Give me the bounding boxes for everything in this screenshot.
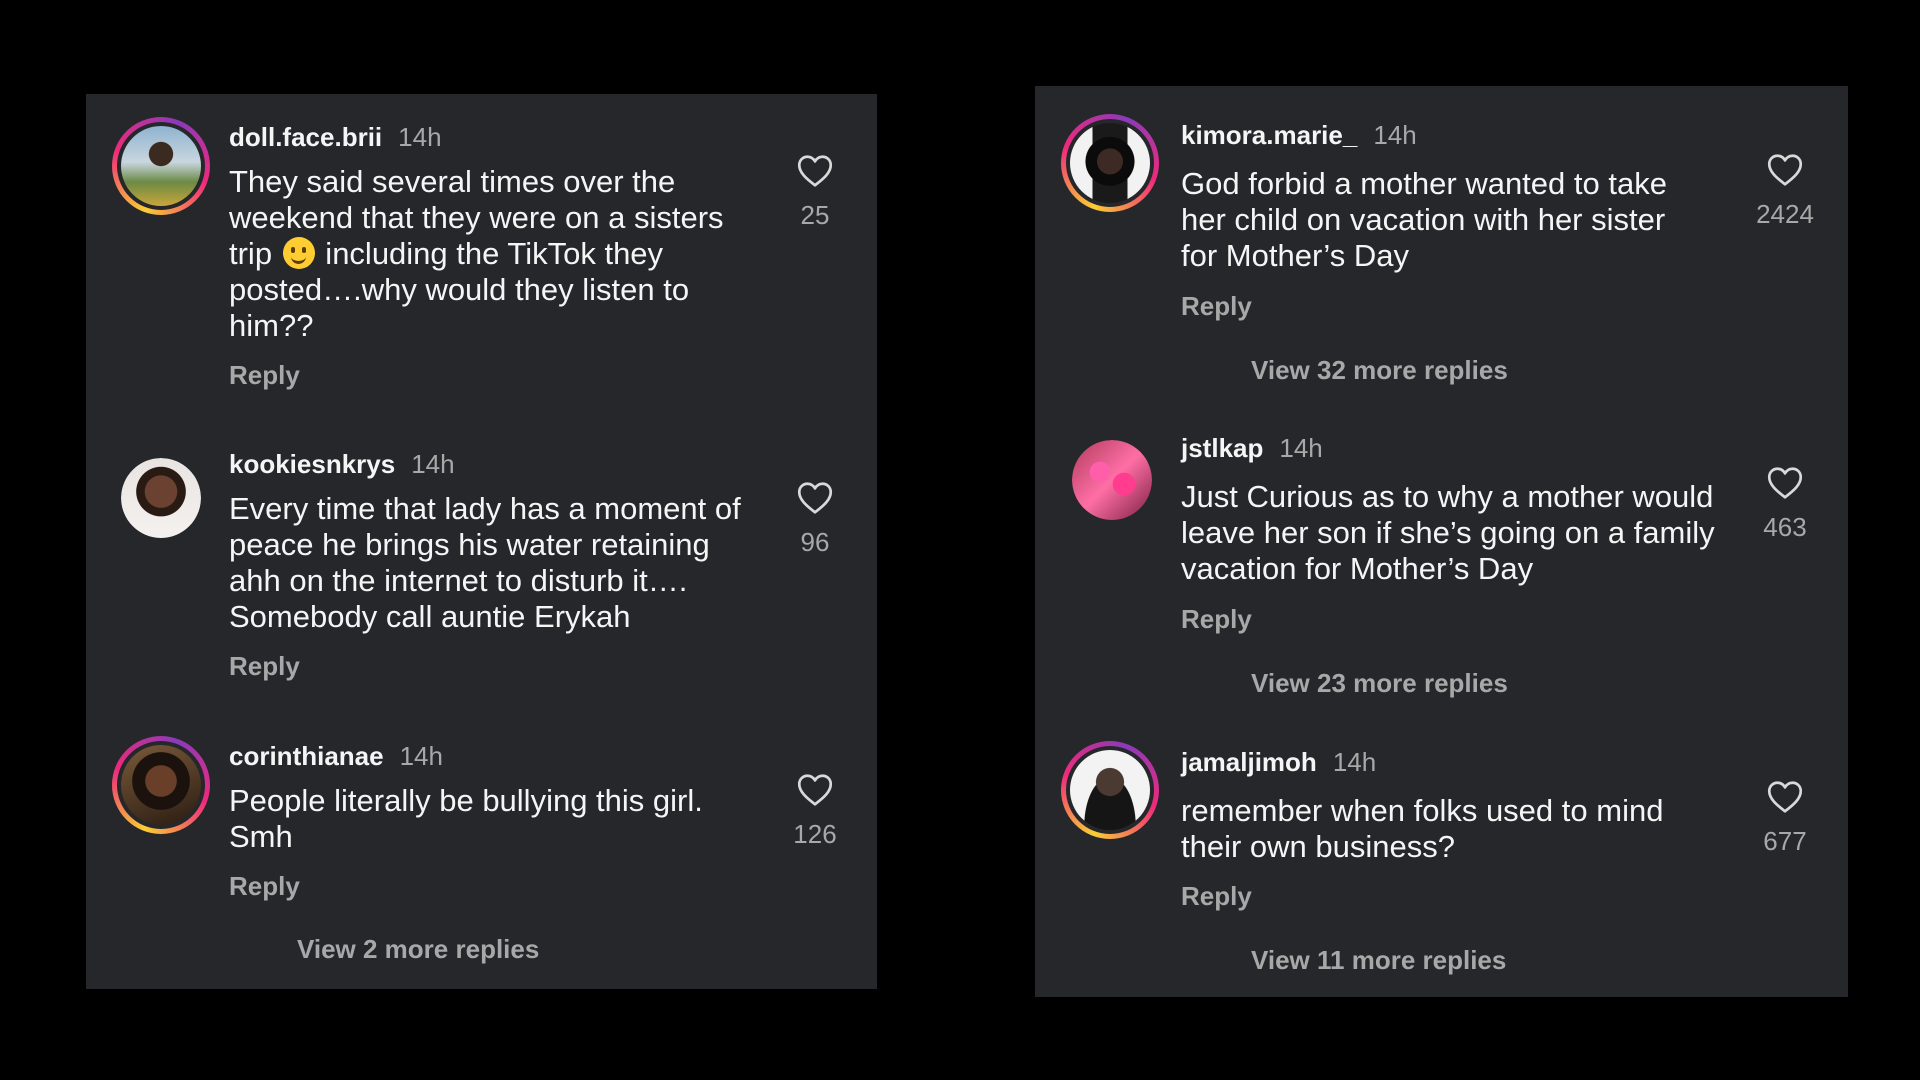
like-control: 126 — [767, 773, 863, 850]
username[interactable]: kimora.marie_ — [1181, 120, 1357, 151]
comment-text: People literally be bullying this girl. … — [229, 783, 703, 854]
reply-button[interactable]: Reply — [1181, 881, 1252, 912]
username[interactable]: jamaljimoh — [1181, 747, 1317, 778]
like-count: 463 — [1763, 512, 1807, 542]
heart-outline-icon[interactable] — [797, 154, 833, 188]
avatar[interactable] — [112, 736, 210, 834]
view-more-replies-button[interactable]: View 2 more replies — [297, 934, 539, 965]
like-control: 463 — [1737, 466, 1833, 543]
comment-text: Every time that lady has a moment of pea… — [229, 491, 741, 634]
timestamp: 14h — [398, 122, 442, 152]
reply-button[interactable]: Reply — [1181, 604, 1252, 635]
timestamp: 14h — [399, 741, 443, 771]
like-count: 126 — [793, 819, 837, 849]
reply-button[interactable]: Reply — [229, 651, 300, 682]
reply-button[interactable]: Reply — [229, 360, 300, 391]
timestamp: 14h — [1279, 433, 1323, 463]
comments-panel-left: doll.face.brii 14h They said several tim… — [86, 94, 877, 989]
username[interactable]: jstlkap — [1181, 433, 1263, 464]
heart-outline-icon[interactable] — [1767, 153, 1803, 187]
heart-outline-icon[interactable] — [1767, 780, 1803, 814]
username[interactable]: kookiesnkrys — [229, 449, 395, 480]
like-count: 96 — [800, 527, 830, 557]
like-count: 2424 — [1756, 199, 1814, 229]
avatar[interactable] — [1063, 431, 1161, 529]
comment-text: remember when folks used to mind their o… — [1181, 793, 1664, 864]
username[interactable]: corinthianae — [229, 741, 384, 772]
avatar[interactable] — [1061, 741, 1159, 839]
view-more-replies-button[interactable]: View 32 more replies — [1251, 355, 1508, 386]
comment-text: They said several times over the weekend… — [229, 164, 749, 344]
like-control: 2424 — [1737, 153, 1833, 230]
timestamp: 14h — [1373, 120, 1417, 150]
heart-outline-icon[interactable] — [797, 773, 833, 807]
heart-outline-icon[interactable] — [1767, 466, 1803, 500]
avatar[interactable] — [1061, 114, 1159, 212]
timestamp: 14h — [411, 449, 455, 479]
username[interactable]: doll.face.brii — [229, 122, 382, 153]
reply-button[interactable]: Reply — [1181, 291, 1252, 322]
timestamp: 14h — [1332, 747, 1377, 777]
comments-panel-right: kimora.marie_ 14h God forbid a mother wa… — [1035, 86, 1848, 997]
like-count: 25 — [800, 200, 830, 230]
view-more-replies-button[interactable]: View 11 more replies — [1251, 945, 1506, 976]
like-count: 677 — [1763, 826, 1807, 856]
avatar[interactable] — [112, 449, 210, 547]
comment-text: God forbid a mother wanted to take her c… — [1181, 166, 1667, 273]
reply-button[interactable]: Reply — [229, 871, 300, 902]
like-control: 25 — [767, 154, 863, 231]
heart-outline-icon[interactable] — [797, 481, 833, 515]
comment-text: Just Curious as to why a mother would le… — [1181, 479, 1715, 586]
view-more-replies-button[interactable]: View 23 more replies — [1251, 668, 1508, 699]
like-control: 96 — [767, 481, 863, 558]
like-control: 677 — [1737, 780, 1833, 857]
avatar[interactable] — [112, 117, 210, 215]
melting-face-emoji-icon — [282, 237, 315, 269]
